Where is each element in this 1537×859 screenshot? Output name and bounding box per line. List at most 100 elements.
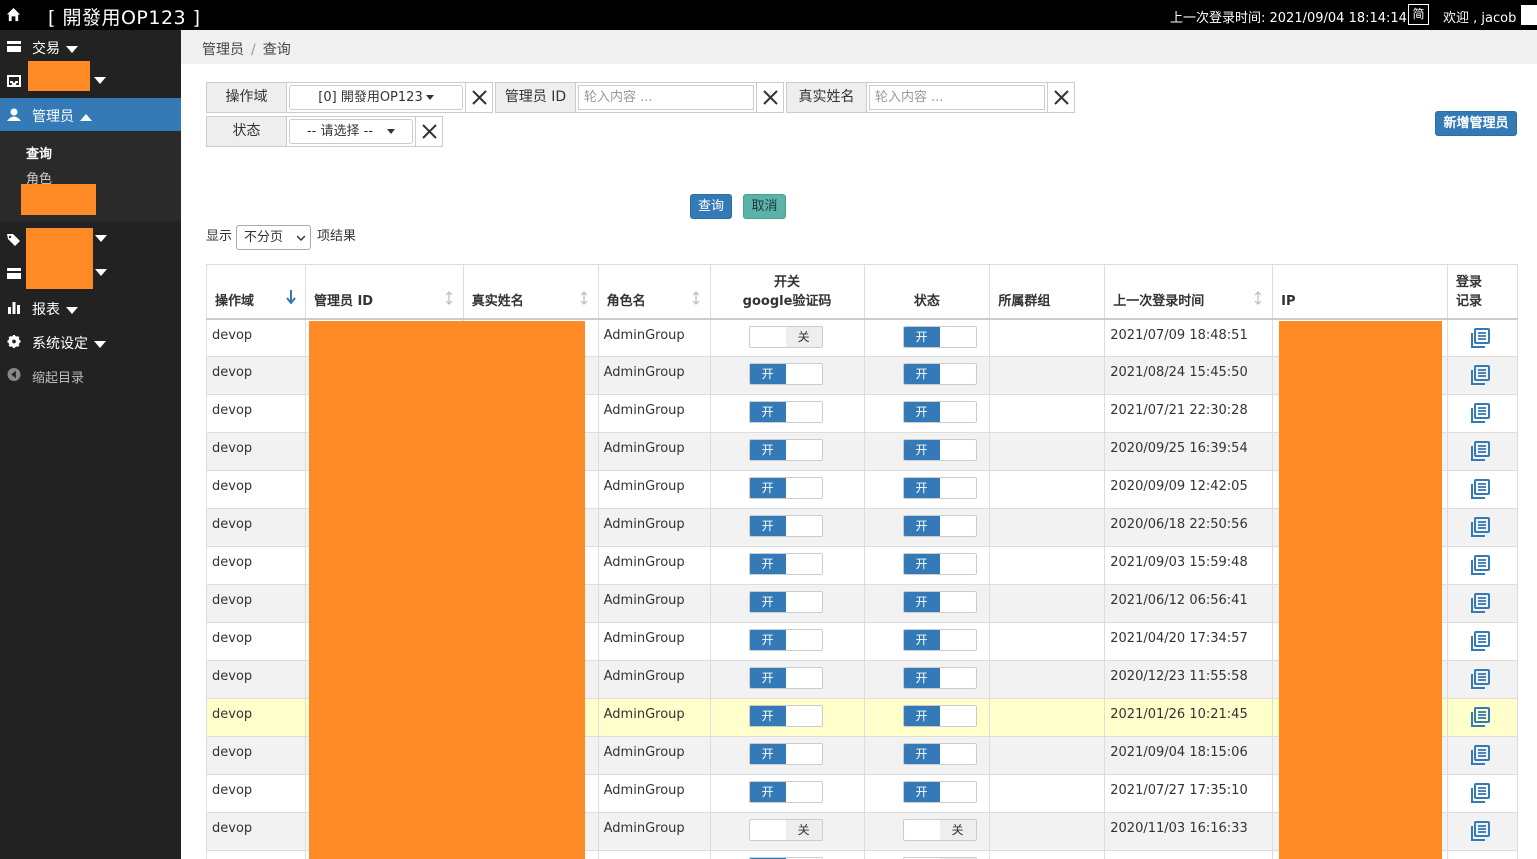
status-toggle[interactable]: 开 xyxy=(902,667,977,689)
google-auth-toggle[interactable]: 关 xyxy=(748,819,823,841)
top-bar: [ 開發用OP123 ] 上一次登录时间: 2021/09/04 18:14:1… xyxy=(0,0,1537,30)
status-toggle[interactable]: 开 xyxy=(902,401,977,423)
admin-submenu: 查询 角色 xyxy=(0,131,181,221)
submenu-item-query[interactable]: 查询 xyxy=(26,143,52,162)
login-log-icon[interactable] xyxy=(1470,593,1490,613)
filter-real-name-box: 轮入内容 ... xyxy=(866,82,1048,113)
page-size-select[interactable]: 不分页 xyxy=(236,225,311,250)
cell-role: AdminGroup xyxy=(598,584,711,623)
status-toggle[interactable]: 开 xyxy=(902,553,977,575)
login-log-icon[interactable] xyxy=(1470,441,1490,461)
sort-icon xyxy=(1254,291,1262,305)
sidebar-item-redacted-2[interactable] xyxy=(0,223,181,289)
status-toggle[interactable]: 关 xyxy=(902,819,977,841)
login-log-icon[interactable] xyxy=(1470,631,1490,651)
home-icon[interactable] xyxy=(6,7,21,22)
google-auth-toggle[interactable]: 开 xyxy=(748,363,823,385)
login-log-icon[interactable] xyxy=(1470,403,1490,423)
cell-status: 开 xyxy=(864,584,991,623)
collapse-icon xyxy=(7,368,21,381)
breadcrumb-root[interactable]: 管理员 xyxy=(202,42,244,58)
login-log-icon[interactable] xyxy=(1470,365,1490,385)
status-toggle[interactable]: 开 xyxy=(902,743,977,765)
google-auth-toggle[interactable]: 开 xyxy=(748,401,823,423)
google-auth-toggle[interactable]: 开 xyxy=(748,591,823,613)
cell-last-login: 2021/04/20 17:34:57 xyxy=(1104,622,1274,661)
cell-last-login: 2021/09/03 15:59:48 xyxy=(1104,546,1274,585)
toggle-on-label: 开 xyxy=(903,554,940,574)
col-header-group: 所属群组 xyxy=(989,264,1106,320)
col-header-last-login[interactable]: 上一次登录时间 xyxy=(1104,264,1274,320)
cell-google-auth: 开 xyxy=(710,394,865,433)
status-toggle[interactable]: 开 xyxy=(902,591,977,613)
results-suffix-label: 项结果 xyxy=(317,229,357,244)
login-log-icon[interactable] xyxy=(1470,517,1490,537)
chevron-down-icon xyxy=(66,306,78,314)
search-button[interactable]: 查询 xyxy=(690,194,732,219)
status-toggle[interactable]: 开 xyxy=(902,363,977,385)
redacted-submenu-item[interactable] xyxy=(21,184,96,215)
cell-last-login: 2021/07/09 18:48:51 xyxy=(1104,318,1274,357)
login-log-icon[interactable] xyxy=(1470,555,1490,575)
login-log-icon[interactable] xyxy=(1470,669,1490,689)
login-log-icon[interactable] xyxy=(1470,707,1490,727)
cell-status: 开 xyxy=(864,774,991,813)
user-menu-icon[interactable] xyxy=(1521,5,1537,25)
sidebar-item-admin[interactable]: 管理员 xyxy=(0,98,181,132)
toggle-on-label: 开 xyxy=(749,630,786,650)
cell-group xyxy=(989,546,1106,585)
clear-domain-button[interactable] xyxy=(465,82,493,113)
status-toggle[interactable]: 开 xyxy=(902,325,977,348)
clear-real-name-button[interactable] xyxy=(1047,82,1075,113)
col-header-admin-id[interactable]: 管理员 ID xyxy=(305,264,464,320)
status-toggle[interactable]: 开 xyxy=(902,439,977,461)
clear-admin-id-button[interactable] xyxy=(756,82,784,113)
google-auth-toggle[interactable]: 开 xyxy=(748,515,823,537)
sidebar-item-trade[interactable]: 交易 xyxy=(0,30,181,64)
filter-admin-id-label: 管理员 ID xyxy=(495,82,576,113)
login-log-icon[interactable] xyxy=(1470,745,1490,765)
cancel-button[interactable]: 取消 xyxy=(743,194,786,219)
cell-group xyxy=(989,394,1106,433)
domain-select[interactable]: [0] 開發用OP123 xyxy=(289,85,463,110)
cell-role: AdminGroup xyxy=(598,774,711,813)
clear-status-button[interactable] xyxy=(415,116,443,147)
google-auth-toggle[interactable]: 开 xyxy=(748,781,823,803)
sidebar-item-system-settings[interactable]: 系统设定 xyxy=(0,325,181,359)
google-auth-toggle[interactable]: 开 xyxy=(748,553,823,575)
google-auth-toggle[interactable]: 开 xyxy=(748,705,823,727)
close-icon xyxy=(422,124,437,139)
cell-role: AdminGroup xyxy=(598,698,711,737)
login-log-icon[interactable] xyxy=(1470,327,1490,348)
col-header-real-name[interactable]: 真实姓名 xyxy=(463,264,599,320)
col-header-role[interactable]: 角色名 xyxy=(598,264,711,320)
status-toggle[interactable]: 开 xyxy=(902,629,977,651)
google-auth-toggle[interactable]: 开 xyxy=(748,477,823,499)
col-header-domain[interactable]: 操作域 xyxy=(206,264,306,320)
add-admin-button[interactable]: 新增管理员 xyxy=(1435,111,1517,136)
login-log-icon[interactable] xyxy=(1470,479,1490,499)
sidebar-item-redacted-1[interactable] xyxy=(0,61,181,98)
cell-login-log xyxy=(1447,850,1519,859)
status-toggle[interactable]: 开 xyxy=(902,705,977,727)
google-auth-toggle[interactable]: 开 xyxy=(748,439,823,461)
sidebar-item-redacted-3[interactable] xyxy=(0,257,181,291)
google-auth-toggle[interactable]: 开 xyxy=(748,629,823,651)
status-toggle[interactable]: 开 xyxy=(902,781,977,803)
cell-status: 开 xyxy=(864,470,991,509)
welcome-user[interactable]: 欢迎 , jacob xyxy=(1443,7,1516,26)
google-auth-toggle[interactable]: 关 xyxy=(748,325,823,348)
status-toggle[interactable]: 开 xyxy=(902,515,977,537)
google-auth-toggle[interactable]: 开 xyxy=(748,743,823,765)
status-toggle[interactable]: 开 xyxy=(902,477,977,499)
status-select[interactable]: -- 请选择 -- xyxy=(289,119,413,144)
google-auth-toggle[interactable]: 开 xyxy=(748,667,823,689)
login-log-icon[interactable] xyxy=(1470,821,1490,841)
sidebar-item-report[interactable]: 报表 xyxy=(0,291,181,325)
sidebar-collapse[interactable]: 缩起目录 xyxy=(0,359,181,393)
language-switch[interactable]: 简 xyxy=(1408,4,1429,25)
real-name-input[interactable]: 轮入内容 ... xyxy=(869,85,1045,110)
login-log-icon[interactable] xyxy=(1470,783,1490,803)
admin-id-input[interactable]: 轮入内容 ... xyxy=(578,85,754,110)
cell-login-log xyxy=(1447,774,1519,813)
